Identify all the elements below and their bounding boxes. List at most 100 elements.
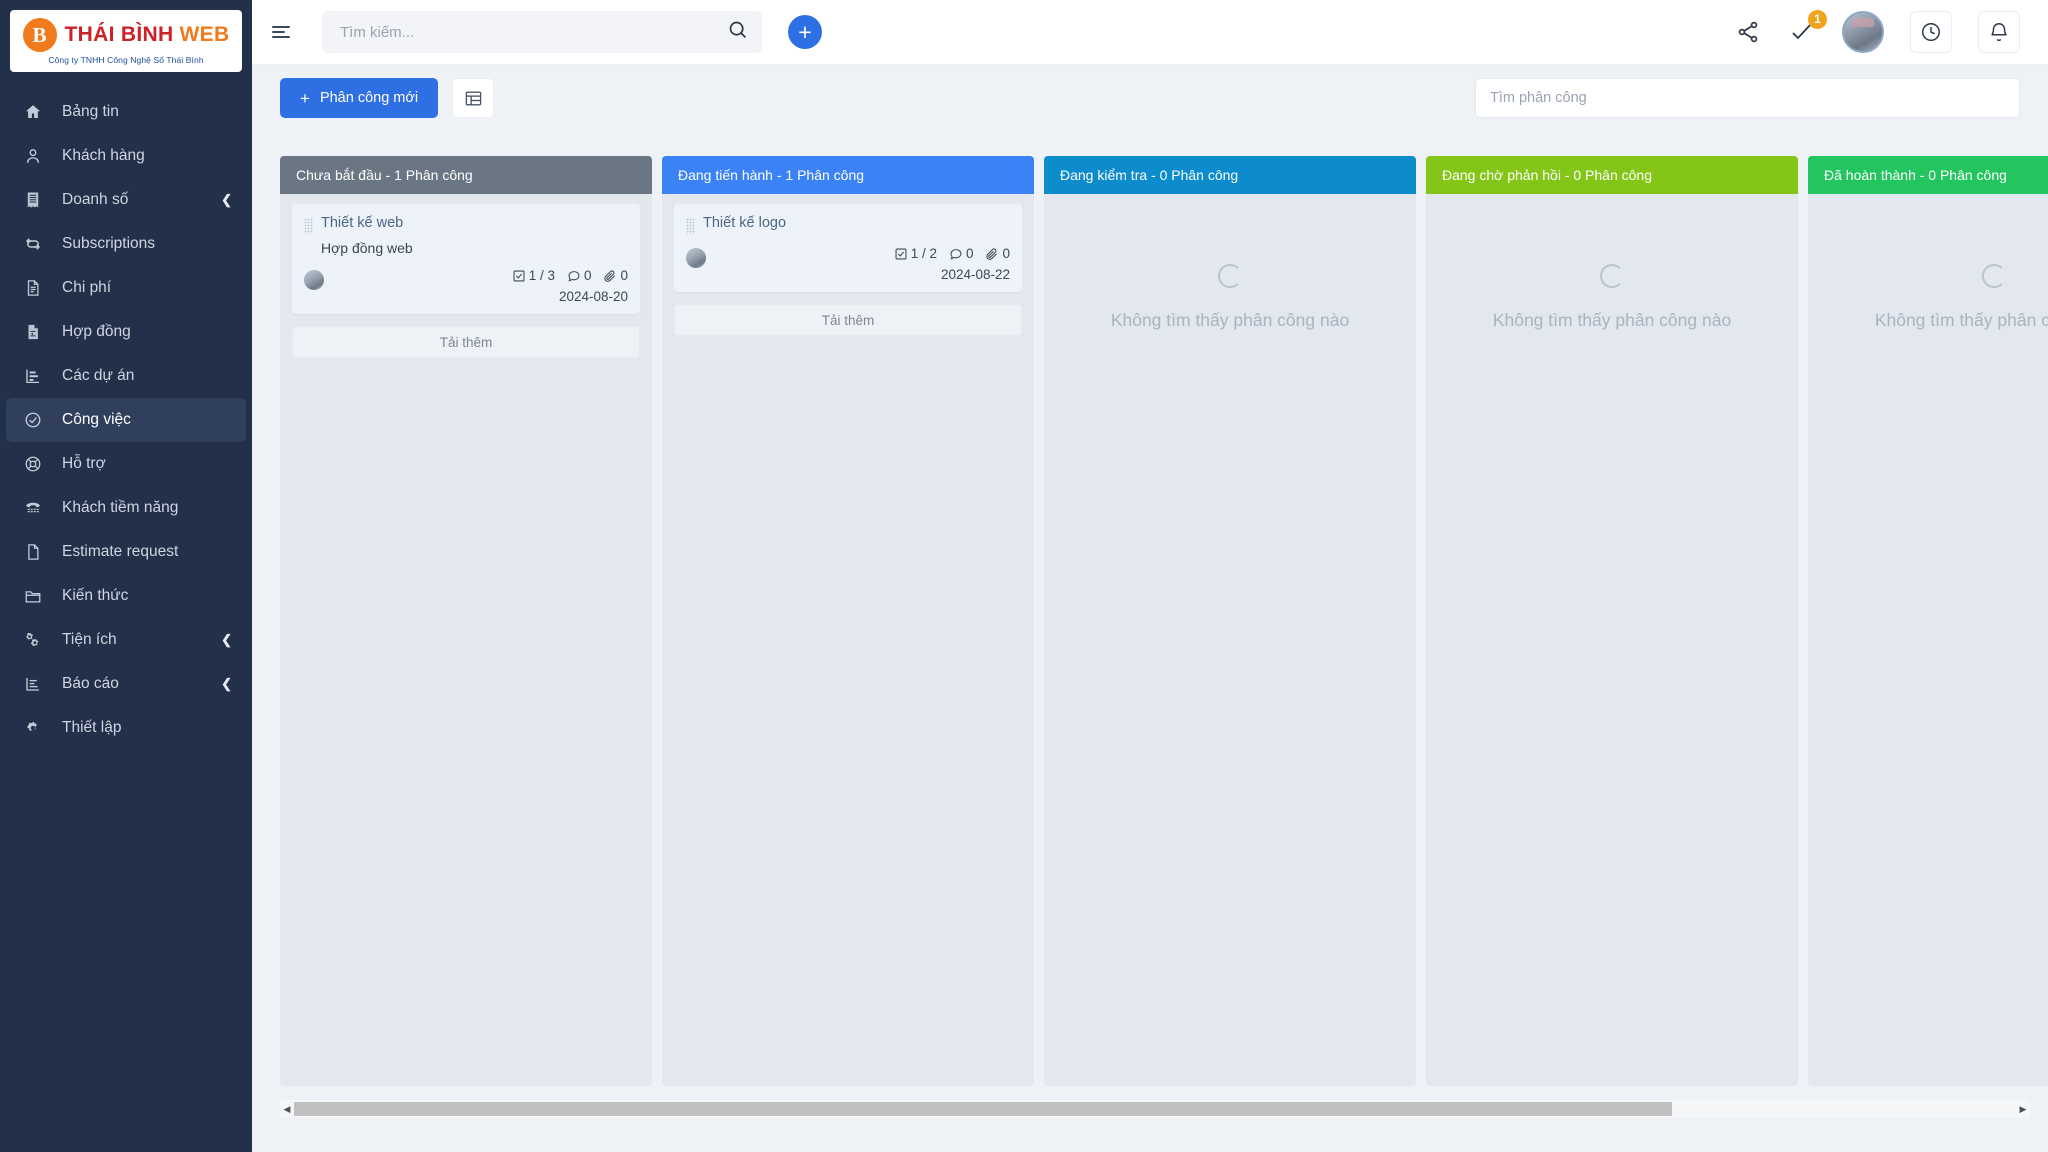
sidebar-item-c-ng-vi-c[interactable]: Công việc: [6, 398, 246, 442]
sidebar-item-label: Các dự án: [62, 367, 135, 384]
task-card-title[interactable]: Thiết kế logo: [703, 215, 786, 232]
notification-badge: 1: [1808, 10, 1827, 29]
empty-state-text: Không tìm thấy phân công nào: [1492, 310, 1732, 330]
attachments-indicator: 0: [603, 268, 628, 283]
column-body: Không tìm thấy phân công nào: [1426, 194, 1798, 1086]
sidebar-toggle-icon[interactable]: [268, 17, 298, 47]
sidebar-item-label: Khách hàng: [62, 147, 145, 164]
global-search[interactable]: [322, 11, 762, 53]
column-header[interactable]: Chưa bắt đầu - 1 Phân công: [280, 156, 652, 194]
chevron-left-icon[interactable]: ❮: [221, 676, 232, 692]
sidebar-item-kh-ch-h-ng[interactable]: Khách hàng: [6, 134, 246, 178]
attachment-count: 0: [1002, 246, 1010, 261]
sidebar-item-kh-ch-ti-m-n-ng[interactable]: Khách tiềm năng: [6, 486, 246, 530]
sidebar-item-estimate-request[interactable]: Estimate request: [6, 530, 246, 574]
empty-state: Không tìm thấy phân công nào: [1438, 204, 1786, 331]
kanban-column: Đang kiểm tra - 0 Phân công Không tìm thấ…: [1044, 156, 1416, 1086]
share-icon[interactable]: [1734, 18, 1762, 46]
column-header[interactable]: Đã hoàn thành - 0 Phân công: [1808, 156, 2048, 194]
kanban-column: Chưa bắt đầu - 1 Phân công Thiết kế web Hợ…: [280, 156, 652, 1086]
loading-spinner-icon: [1982, 264, 2006, 288]
scrollbar-track[interactable]: [294, 1102, 2016, 1116]
column-title: Đang chờ phản hồi - 0 Phân công: [1442, 167, 1652, 183]
avatar[interactable]: [1842, 11, 1884, 53]
sidebar-item-h-p-ng[interactable]: Hợp đồng: [6, 310, 246, 354]
checklist-indicator: 1 / 2: [894, 246, 937, 261]
chevron-left-icon[interactable]: ❮: [221, 632, 232, 648]
clock-icon[interactable]: [1910, 11, 1952, 53]
chevron-left-icon[interactable]: ❮: [221, 192, 232, 208]
load-more-button[interactable]: Tải thêm: [292, 326, 640, 358]
phone-icon: [22, 497, 44, 519]
sidebar-item-b-ng-tin[interactable]: Bảng tin: [6, 90, 246, 134]
column-header[interactable]: Đang chờ phản hồi - 0 Phân công: [1426, 156, 1798, 194]
task-due-date: 2024-08-20: [558, 289, 628, 304]
table-view-icon[interactable]: [452, 78, 495, 118]
task-card[interactable]: Thiết kế logo 1 / 2 0 0 2024-08-22: [674, 204, 1022, 292]
comment-count: 0: [583, 268, 592, 283]
document-icon: [22, 277, 44, 299]
sidebar-item-c-c-d-n[interactable]: Các dự án: [6, 354, 246, 398]
paperclip-icon: [603, 269, 617, 283]
sidebar-item-label: Báo cáo: [62, 675, 119, 692]
chart-bar-icon: [22, 365, 44, 387]
kanban-column: Đang chờ phản hồi - 0 Phân công Không tìm…: [1426, 156, 1798, 1086]
column-header[interactable]: Đang kiểm tra - 0 Phân công: [1044, 156, 1416, 194]
column-header[interactable]: Đang tiến hành - 1 Phân công: [662, 156, 1034, 194]
task-card-subtitle: Hợp đồng web: [321, 240, 413, 256]
column-title: Chưa bắt đầu - 1 Phân công: [296, 167, 473, 183]
sidebar-item-label: Estimate request: [62, 543, 179, 560]
column-body: Không tìm thấy phân công nào: [1808, 194, 2048, 1086]
comment-icon: [949, 247, 963, 261]
sidebar-item-b-o-c-o[interactable]: Báo cáo ❮: [6, 662, 246, 706]
brand-name-primary: THÁI BÌNH: [64, 23, 174, 46]
paperclip-icon: [985, 247, 999, 261]
task-card[interactable]: Thiết kế web Hợp đồng web 1 / 3 0 0 2024-08-2…: [292, 204, 640, 314]
drag-handle-icon[interactable]: [304, 218, 313, 234]
task-card-title[interactable]: Thiết kế web: [321, 215, 403, 232]
bell-icon[interactable]: [1978, 11, 2020, 53]
column-body: Không tìm thấy phân công nào: [1044, 194, 1416, 1086]
header-actions: 1: [1734, 10, 2020, 53]
horizontal-scrollbar[interactable]: ◀ ▶: [280, 1100, 2030, 1118]
brand-logo[interactable]: B THÁI BÌNH WEB Công ty TNHH Công Nghệ S…: [10, 10, 242, 72]
report-icon: [22, 673, 44, 695]
load-more-button[interactable]: Tải thêm: [674, 304, 1022, 336]
loading-spinner-icon: [1218, 264, 1242, 288]
sidebar-item-ki-n-th-c[interactable]: Kiến thức: [6, 574, 246, 618]
sidebar-item-label: Chi phí: [62, 279, 112, 296]
sidebar-item-subscriptions[interactable]: Subscriptions: [6, 222, 246, 266]
board-search-input[interactable]: [1490, 90, 2005, 106]
check-tasks-icon[interactable]: 1: [1788, 10, 1827, 46]
sidebar-item-label: Công việc: [62, 411, 131, 428]
search-input[interactable]: [340, 23, 727, 41]
search-icon[interactable]: [727, 19, 748, 45]
drag-handle-icon[interactable]: [686, 218, 695, 234]
sidebar-item-label: Doanh số: [62, 191, 129, 208]
gears-icon: [22, 629, 44, 651]
task-assignee-avatar[interactable]: [686, 248, 706, 268]
empty-state-text: Không tìm thấy phân công nào: [1110, 310, 1350, 330]
kanban-board: Chưa bắt đầu - 1 Phân công Thiết kế web Hợ…: [280, 156, 2048, 1086]
new-assignment-label: Phân công mới: [319, 90, 419, 106]
sidebar-item-h-tr[interactable]: Hỗ trợ: [6, 442, 246, 486]
sidebar-item-chi-ph[interactable]: Chi phí: [6, 266, 246, 310]
column-title: Đã hoàn thành - 0 Phân công: [1824, 167, 2007, 183]
new-assignment-button[interactable]: + Phân công mới: [280, 78, 439, 118]
board-toolbar: + Phân công mới: [252, 65, 2048, 131]
sidebar-item-label: Subscriptions: [62, 235, 156, 252]
checkbox-icon: [894, 247, 908, 261]
quick-add-button[interactable]: +: [788, 15, 822, 49]
sidebar-item-thi-t-l-p[interactable]: Thiết lập: [6, 706, 246, 750]
scroll-left-arrow[interactable]: ◀: [280, 1104, 294, 1115]
scrollbar-thumb[interactable]: [294, 1102, 1672, 1116]
task-assignee-avatar[interactable]: [304, 270, 324, 290]
scroll-right-arrow[interactable]: ▶: [2016, 1104, 2030, 1115]
top-header: + 1: [252, 0, 2048, 65]
board-search[interactable]: [1475, 78, 2020, 118]
column-title: Đang kiểm tra - 0 Phân công: [1060, 167, 1239, 183]
sidebar-item-doanh-s[interactable]: Doanh số ❮: [6, 178, 246, 222]
comments-indicator: 0: [567, 268, 592, 283]
sidebar-item-label: Kiến thức: [62, 587, 129, 604]
sidebar-item-ti-n-ch[interactable]: Tiện ích ❮: [6, 618, 246, 662]
